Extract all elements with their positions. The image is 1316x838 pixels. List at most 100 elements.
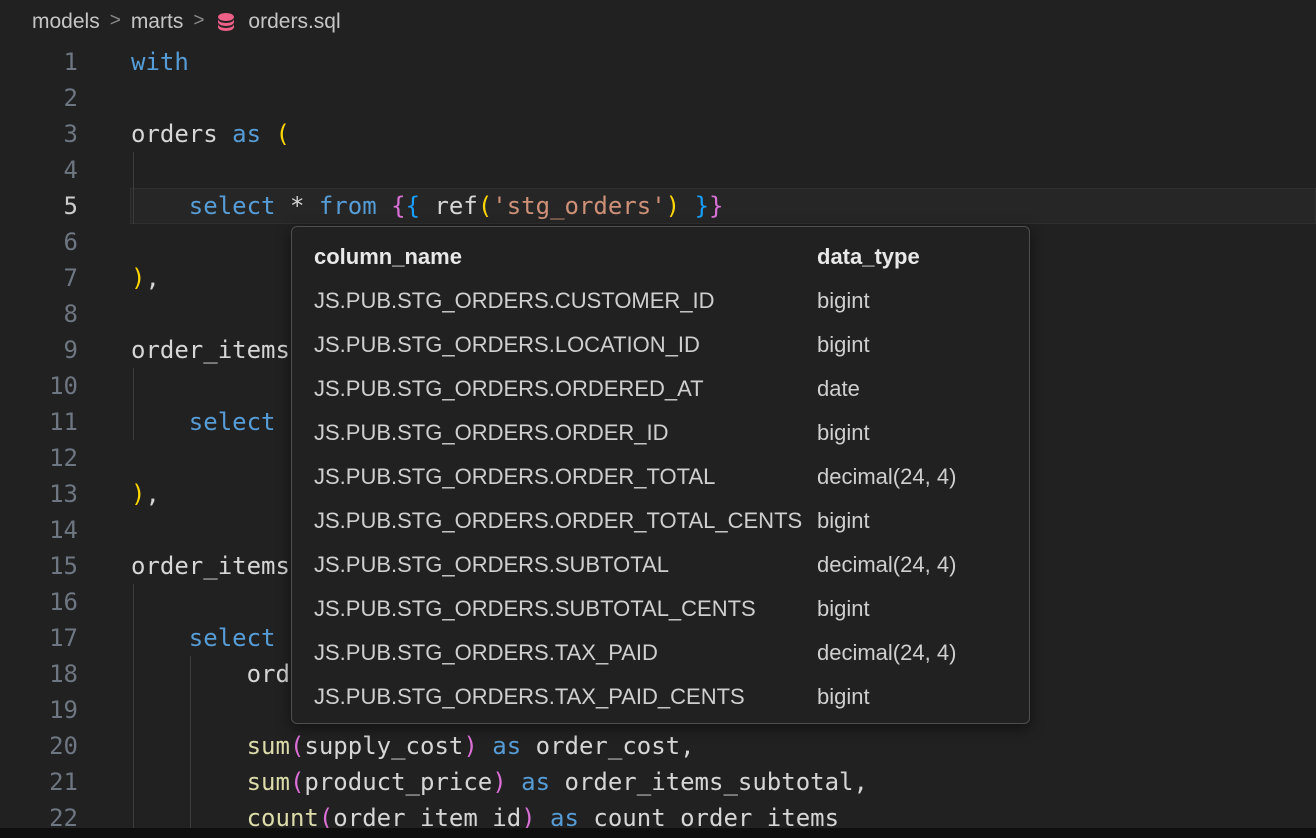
code-token: as [550, 804, 579, 828]
line-number[interactable]: 9 [0, 332, 78, 368]
line-number[interactable]: 2 [0, 80, 78, 116]
line-number[interactable]: 20 [0, 728, 78, 764]
code-line[interactable]: select * from {{ ref('stg_orders') }} [131, 188, 1316, 224]
code-line[interactable] [131, 80, 1316, 116]
line-number[interactable]: 7 [0, 260, 78, 296]
popup-header-data-type: data_type [817, 244, 1029, 270]
code-token: , [145, 480, 159, 508]
line-number[interactable]: 15 [0, 548, 78, 584]
table-row: JS.PUB.STG_ORDERS.SUBTOTALdecimal(24, 4) [292, 543, 1029, 587]
line-number[interactable]: 11 [0, 404, 78, 440]
code-token [507, 768, 521, 796]
code-token [420, 192, 434, 220]
code-token: ref [434, 192, 477, 220]
indent-guide [133, 152, 134, 224]
breadcrumb-item-marts[interactable]: marts [131, 10, 184, 34]
code-token: from [319, 192, 377, 220]
data-type-cell: bigint [817, 288, 1029, 314]
line-number[interactable]: 13 [0, 476, 78, 512]
code-token: ( [276, 120, 290, 148]
breadcrumb-item-models[interactable]: models [32, 10, 100, 34]
column-name-cell: JS.PUB.STG_ORDERS.CUSTOMER_ID [292, 288, 817, 314]
gutter: 12345678910111213141516171819202122 [0, 44, 78, 828]
code-token: order_cost, [521, 732, 694, 760]
data-type-cell: bigint [817, 684, 1029, 710]
table-row: JS.PUB.STG_ORDERS.ORDER_IDbigint [292, 411, 1029, 455]
column-name-cell: JS.PUB.STG_ORDERS.TAX_PAID [292, 640, 817, 666]
line-number[interactable]: 17 [0, 620, 78, 656]
code-line[interactable] [131, 152, 1316, 188]
column-name-cell: JS.PUB.STG_ORDERS.SUBTOTAL_CENTS [292, 596, 817, 622]
line-number[interactable]: 22 [0, 800, 78, 828]
code-token [536, 804, 550, 828]
code-token: } [695, 192, 709, 220]
code-token [131, 624, 189, 652]
code-token: ( [319, 804, 333, 828]
code-token: } [709, 192, 723, 220]
code-token: product_price [304, 768, 492, 796]
column-info-popup: column_name data_type JS.PUB.STG_ORDERS.… [291, 226, 1030, 724]
line-number[interactable]: 1 [0, 44, 78, 80]
code-token: ( [290, 768, 304, 796]
code-token: order_item_id [333, 804, 521, 828]
code-token: ( [290, 732, 304, 760]
line-number[interactable]: 10 [0, 368, 78, 404]
code-token [478, 732, 492, 760]
line-number[interactable]: 21 [0, 764, 78, 800]
line-number[interactable]: 19 [0, 692, 78, 728]
indent-guide [133, 584, 134, 828]
database-icon [214, 10, 238, 34]
table-row: JS.PUB.STG_ORDERS.CUSTOMER_IDbigint [292, 279, 1029, 323]
data-type-cell: bigint [817, 596, 1029, 622]
data-type-cell: bigint [817, 420, 1029, 446]
code-token [131, 408, 189, 436]
data-type-cell: bigint [817, 508, 1029, 534]
column-name-cell: JS.PUB.STG_ORDERS.TAX_PAID_CENTS [292, 684, 817, 710]
code-token: ) [666, 192, 680, 220]
line-number[interactable]: 4 [0, 152, 78, 188]
table-row: JS.PUB.STG_ORDERS.ORDERED_ATdate [292, 367, 1029, 411]
line-number[interactable]: 8 [0, 296, 78, 332]
code-token: as [232, 120, 275, 148]
data-type-cell: bigint [817, 332, 1029, 358]
code-token: order_items [131, 336, 290, 364]
table-row: JS.PUB.STG_ORDERS.LOCATION_IDbigint [292, 323, 1029, 367]
code-line[interactable]: sum(product_price) as order_items_subtot… [131, 764, 1316, 800]
popup-rows: JS.PUB.STG_ORDERS.CUSTOMER_IDbigintJS.PU… [292, 279, 1029, 719]
table-row: JS.PUB.STG_ORDERS.SUBTOTAL_CENTSbigint [292, 587, 1029, 631]
column-name-cell: JS.PUB.STG_ORDERS.LOCATION_ID [292, 332, 817, 358]
indent-guide [133, 368, 134, 440]
popup-header-column-name: column_name [292, 244, 817, 270]
code-token: ord [131, 660, 290, 688]
line-number[interactable]: 16 [0, 584, 78, 620]
code-token: ) [521, 804, 535, 828]
line-number[interactable]: 6 [0, 224, 78, 260]
breadcrumb: models > marts > orders.sql [0, 0, 1316, 44]
data-type-cell: date [817, 376, 1029, 402]
code-line[interactable]: with [131, 44, 1316, 80]
line-number[interactable]: 18 [0, 656, 78, 692]
code-line[interactable]: count(order_item_id) as count_order_item… [131, 800, 1316, 828]
column-name-cell: JS.PUB.STG_ORDERS.ORDERED_AT [292, 376, 817, 402]
code-token: ) [131, 480, 145, 508]
code-token [131, 768, 247, 796]
bottom-bar [0, 828, 1316, 838]
column-name-cell: JS.PUB.STG_ORDERS.ORDER_TOTAL [292, 464, 817, 490]
line-number[interactable]: 12 [0, 440, 78, 476]
line-number[interactable]: 14 [0, 512, 78, 548]
code-line[interactable]: sum(supply_cost) as order_cost, [131, 728, 1316, 764]
code-token: { [406, 192, 420, 220]
breadcrumb-separator-icon: > [110, 10, 121, 32]
code-token: sum [247, 732, 290, 760]
table-row: JS.PUB.STG_ORDERS.TAX_PAIDdecimal(24, 4) [292, 631, 1029, 675]
breadcrumb-item-file[interactable]: orders.sql [248, 10, 340, 34]
breadcrumb-separator-icon: > [193, 10, 204, 32]
data-type-cell: decimal(24, 4) [817, 464, 1029, 490]
code-token: sum [247, 768, 290, 796]
code-line[interactable]: orders as ( [131, 116, 1316, 152]
data-type-cell: decimal(24, 4) [817, 552, 1029, 578]
code-token: orders [131, 120, 232, 148]
line-number[interactable]: 3 [0, 116, 78, 152]
line-number[interactable]: 5 [0, 188, 78, 224]
code-token: order_items_subtotal, [550, 768, 868, 796]
